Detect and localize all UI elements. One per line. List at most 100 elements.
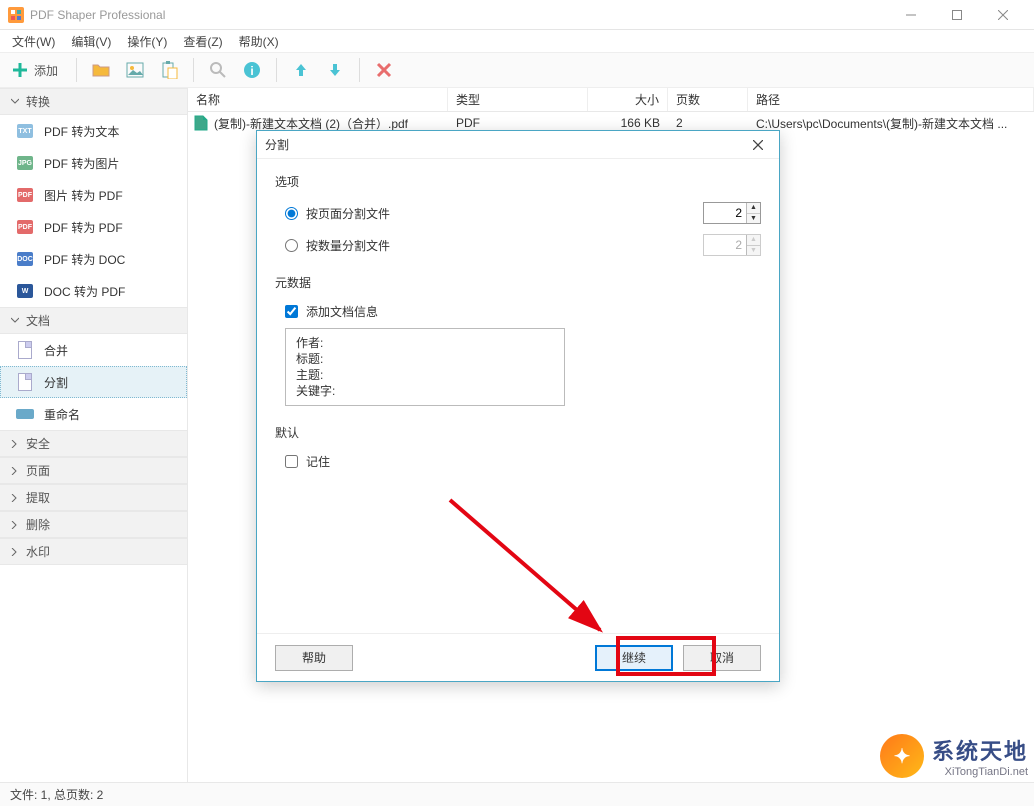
radio-split-by-page[interactable] bbox=[285, 207, 298, 220]
checkbox-add-metadata-label: 添加文档信息 bbox=[306, 303, 378, 320]
checkbox-remember[interactable] bbox=[285, 455, 298, 468]
menu-file[interactable]: 文件(W) bbox=[4, 31, 63, 52]
section-label: 转换 bbox=[26, 93, 50, 110]
toolbar-up-button[interactable] bbox=[287, 56, 315, 84]
toolbar-info-button[interactable]: i bbox=[238, 56, 266, 84]
sidebar-item-pdf-to-pdf[interactable]: PDF PDF 转为 PDF bbox=[0, 211, 187, 243]
metadata-box: 作者: 标题: 主题: 关键字: bbox=[285, 328, 565, 406]
column-header-path[interactable]: 路径 bbox=[748, 88, 1034, 111]
options-fieldset: 选项 按页面分割文件 ▲ ▼ 按数量分割文件 bbox=[275, 173, 761, 256]
spinner-count: ▲ ▼ bbox=[703, 234, 761, 256]
sidebar-item-doc-to-pdf[interactable]: W DOC 转为 PDF bbox=[0, 275, 187, 307]
meta-keywords-label: 关键字: bbox=[296, 383, 335, 399]
file-size: 166 KB bbox=[588, 116, 668, 130]
window-close-button[interactable] bbox=[980, 0, 1026, 30]
toolbar-paste-button[interactable] bbox=[155, 56, 183, 84]
sidebar-item-image-to-pdf[interactable]: PDF 图片 转为 PDF bbox=[0, 179, 187, 211]
file-path: C:\Users\pc\Documents\(复制)-新建文本文档 ... bbox=[748, 115, 1034, 132]
watermark-title: 系统天地 bbox=[932, 734, 1028, 766]
arrow-down-icon bbox=[326, 61, 344, 79]
window-titlebar: PDF Shaper Professional bbox=[0, 0, 1034, 30]
spinner-count-input bbox=[704, 235, 746, 255]
sidebar-section-page[interactable]: 页面 bbox=[0, 457, 187, 484]
toolbar-image-button[interactable] bbox=[121, 56, 149, 84]
watermark-icon: ✦ bbox=[880, 734, 924, 778]
menu-view[interactable]: 查看(Z) bbox=[175, 31, 230, 52]
svg-text:i: i bbox=[250, 64, 253, 78]
menu-operate[interactable]: 操作(Y) bbox=[119, 31, 175, 52]
dialog-cancel-button[interactable]: 取消 bbox=[683, 645, 761, 671]
sidebar-item-label: 合并 bbox=[44, 342, 68, 359]
spinner-pages-input[interactable] bbox=[704, 203, 746, 223]
window-minimize-button[interactable] bbox=[888, 0, 934, 30]
column-header-name[interactable]: 名称 bbox=[188, 88, 448, 111]
toolbar-add-label: 添加 bbox=[34, 62, 58, 79]
info-icon: i bbox=[243, 61, 261, 79]
spinner-down-button[interactable]: ▼ bbox=[747, 214, 760, 224]
sidebar-item-pdf-to-text[interactable]: TXT PDF 转为文本 bbox=[0, 115, 187, 147]
sidebar-item-rename[interactable]: 重命名 bbox=[0, 398, 187, 430]
pdf-file-icon bbox=[194, 115, 208, 131]
sidebar-item-merge[interactable]: 合并 bbox=[0, 334, 187, 366]
metadata-fieldset: 元数据 添加文档信息 作者: 标题: 主题: 关键字: bbox=[275, 274, 761, 406]
section-label: 页面 bbox=[26, 462, 50, 479]
clipboard-icon bbox=[160, 61, 178, 79]
watermark-subtitle: XiTongTianDi.net bbox=[932, 766, 1028, 778]
column-header-size[interactable]: 大小 bbox=[588, 88, 668, 111]
sidebar-item-label: 分割 bbox=[44, 374, 68, 391]
toolbar-separator bbox=[193, 58, 194, 82]
sidebar-section-convert[interactable]: 转换 bbox=[0, 88, 187, 115]
file-name-cell: (复制)-新建文本文档 (2)（合并）.pdf bbox=[188, 115, 448, 132]
checkbox-add-metadata[interactable] bbox=[285, 305, 298, 318]
toolbar-separator bbox=[76, 58, 77, 82]
x-icon bbox=[375, 61, 393, 79]
jpg-icon: JPG bbox=[16, 154, 34, 172]
default-label: 默认 bbox=[275, 424, 761, 441]
toolbar: 添加 i bbox=[0, 52, 1034, 88]
rename-icon bbox=[16, 405, 34, 423]
sidebar-section-delete[interactable]: 删除 bbox=[0, 511, 187, 538]
sidebar-item-split[interactable]: 分割 bbox=[0, 366, 187, 398]
toolbar-delete-button[interactable] bbox=[370, 56, 398, 84]
file-name: (复制)-新建文本文档 (2)（合并）.pdf bbox=[214, 115, 408, 132]
sidebar-section-extract[interactable]: 提取 bbox=[0, 484, 187, 511]
dialog-help-button[interactable]: 帮助 bbox=[275, 645, 353, 671]
column-header-pages[interactable]: 页数 bbox=[668, 88, 748, 111]
sidebar-section-document[interactable]: 文档 bbox=[0, 307, 187, 334]
pdf-icon: PDF bbox=[16, 186, 34, 204]
spinner-up-button[interactable]: ▲ bbox=[747, 203, 760, 214]
toolbar-down-button[interactable] bbox=[321, 56, 349, 84]
window-maximize-button[interactable] bbox=[934, 0, 980, 30]
chevron-down-icon bbox=[10, 97, 20, 107]
meta-subject-label: 主题: bbox=[296, 367, 323, 383]
meta-author-label: 作者: bbox=[296, 335, 323, 351]
menu-help[interactable]: 帮助(X) bbox=[231, 31, 287, 52]
meta-title-label: 标题: bbox=[296, 351, 323, 367]
sidebar-item-pdf-to-image[interactable]: JPG PDF 转为图片 bbox=[0, 147, 187, 179]
app-icon bbox=[8, 7, 24, 23]
radio-split-by-count[interactable] bbox=[285, 239, 298, 252]
column-header-type[interactable]: 类型 bbox=[448, 88, 588, 111]
toolbar-folder-button[interactable] bbox=[87, 56, 115, 84]
toolbar-search-button[interactable] bbox=[204, 56, 232, 84]
toolbar-separator bbox=[359, 58, 360, 82]
section-label: 提取 bbox=[26, 489, 50, 506]
menu-edit[interactable]: 编辑(V) bbox=[63, 31, 119, 52]
dialog-close-button[interactable] bbox=[745, 134, 771, 156]
word-icon: W bbox=[16, 282, 34, 300]
sidebar-section-watermark[interactable]: 水印 bbox=[0, 538, 187, 565]
dialog-continue-button[interactable]: 继续 bbox=[595, 645, 673, 671]
metadata-label: 元数据 bbox=[275, 274, 761, 291]
toolbar-add-button[interactable]: 添加 bbox=[8, 56, 66, 84]
sidebar-item-label: PDF 转为 DOC bbox=[44, 251, 125, 268]
spinner-up-button: ▲ bbox=[747, 235, 760, 246]
spinner-pages[interactable]: ▲ ▼ bbox=[703, 202, 761, 224]
chevron-right-icon bbox=[10, 466, 20, 476]
folder-icon bbox=[92, 61, 110, 79]
radio-split-by-page-label: 按页面分割文件 bbox=[306, 205, 695, 222]
sidebar-section-security[interactable]: 安全 bbox=[0, 430, 187, 457]
sidebar-item-label: DOC 转为 PDF bbox=[44, 283, 125, 300]
sidebar-item-pdf-to-doc[interactable]: DOC PDF 转为 DOC bbox=[0, 243, 187, 275]
checkbox-remember-label: 记住 bbox=[306, 453, 330, 470]
txt-icon: TXT bbox=[16, 122, 34, 140]
